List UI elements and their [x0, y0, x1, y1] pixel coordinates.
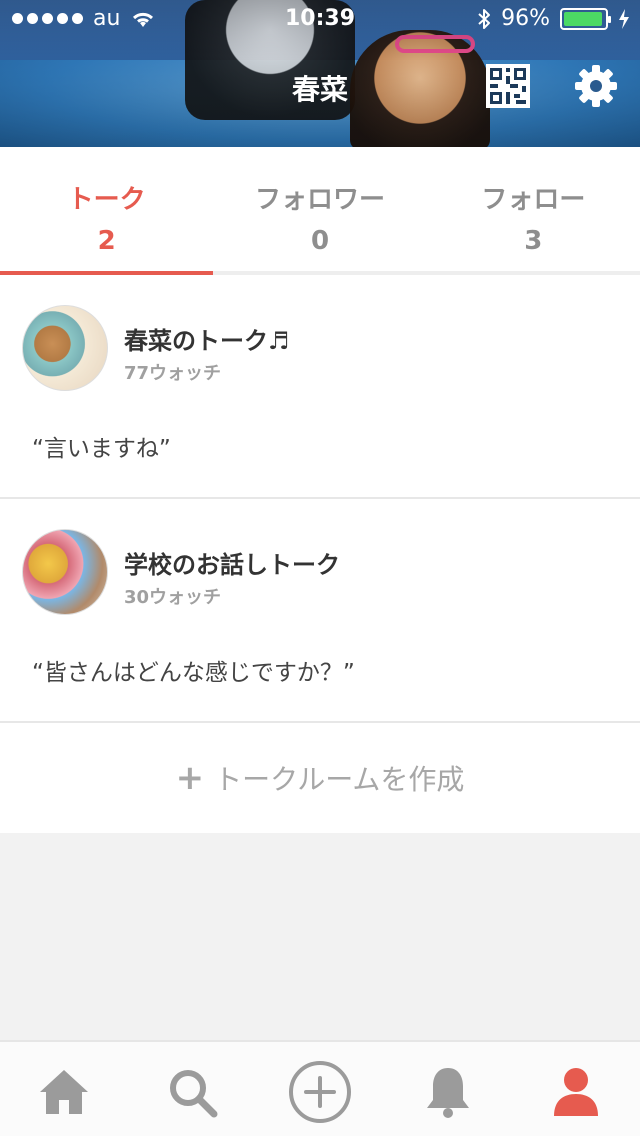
talk-item[interactable]: 学校のお話しトーク 30ウォッチ “皆さんはどんな感じですか？”	[0, 499, 640, 723]
qr-code-button[interactable]	[486, 64, 530, 108]
nav-search-button[interactable]	[160, 1060, 224, 1124]
talk-title: 春菜のトーク♬	[124, 327, 290, 355]
tab-followers[interactable]: フォロワー 0	[213, 147, 426, 271]
tab-count: 0	[310, 226, 330, 256]
tab-count: 2	[97, 226, 116, 256]
tab-count: 3	[524, 226, 543, 256]
talk-title: 学校のお話しトーク	[124, 551, 340, 579]
profile-name: 春菜	[291, 73, 348, 106]
bluetooth-icon	[478, 8, 491, 29]
home-icon	[40, 1070, 88, 1114]
talk-item[interactable]: 春菜のトーク♬ 77ウォッチ “言いますね”	[0, 275, 640, 499]
tab-talk[interactable]: トーク 2	[0, 147, 214, 275]
add-circle-icon	[289, 1061, 351, 1123]
create-talk-room-button[interactable]: + トークルームを作成	[0, 723, 640, 833]
bell-icon	[427, 1068, 469, 1118]
talk-latest-quote: “皆さんはどんな感じですか？”	[32, 660, 355, 686]
tab-label: フォロー	[481, 185, 586, 215]
talk-latest-quote: “言いますね”	[32, 436, 171, 462]
profile-tabs: トーク 2 フォロワー 0 フォロー 3	[0, 147, 640, 275]
settings-button[interactable]	[574, 64, 618, 108]
status-right: 96%	[477, 6, 630, 31]
tab-label: トーク	[67, 185, 146, 215]
status-bar: au 10:39 96%	[0, 0, 640, 40]
talk-watch-count: 77ウォッチ	[124, 363, 222, 384]
create-talk-room-label: トークルームを作成	[214, 763, 465, 796]
talk-avatar	[22, 529, 108, 615]
charging-icon	[619, 8, 629, 29]
tab-label: フォロワー	[254, 185, 385, 215]
profile-icon	[554, 1068, 598, 1116]
battery-fill	[564, 11, 603, 26]
talk-list: 春菜のトーク♬ 77ウォッチ “言いますね” 学校のお話しトーク 30ウォッチ …	[0, 275, 640, 833]
plus-icon: +	[175, 758, 205, 798]
nav-notifications-button[interactable]	[416, 1060, 480, 1124]
nav-profile-button[interactable]	[544, 1060, 608, 1124]
battery-icon	[560, 7, 611, 30]
gear-icon	[575, 65, 617, 107]
talk-watch-count: 30ウォッチ	[124, 587, 222, 608]
talk-avatar	[22, 305, 108, 391]
nav-add-button[interactable]	[288, 1060, 352, 1124]
bottom-navigation	[0, 1040, 640, 1136]
battery-percent: 96%	[501, 6, 550, 31]
qr-code-icon	[486, 64, 530, 108]
tab-following[interactable]: フォロー 3	[427, 147, 640, 271]
nav-home-button[interactable]	[32, 1060, 96, 1124]
search-icon	[170, 1070, 218, 1118]
